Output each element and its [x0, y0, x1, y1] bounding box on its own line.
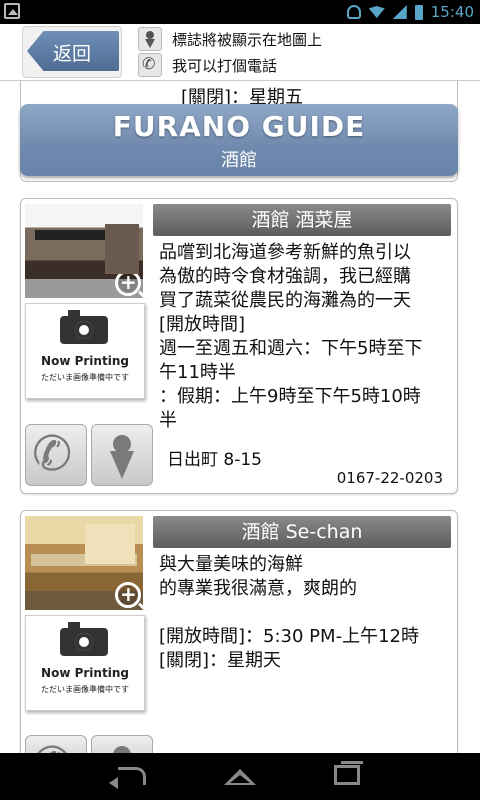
status-time: 15:40 — [430, 3, 474, 21]
description-line: 週一至週五和週六：下午5時至下 — [159, 338, 423, 359]
description-line: [開放時間]：5:30 PM-上午12時 — [159, 626, 419, 647]
listing-card: Now Printing ただいま画像準備中です ✆ 酒館 Se-chan 與大… — [20, 510, 458, 753]
system-nav-bar — [0, 753, 480, 800]
description-line: ：假期：上午9時至下午5時10時 — [159, 386, 421, 407]
category-banner: FURANO GUIDE 酒館 — [20, 104, 458, 176]
back-button-label: 返回 — [53, 43, 92, 65]
call-button[interactable]: ✆ — [25, 735, 87, 753]
placeholder-subtitle: ただいま画像準備中です — [41, 685, 129, 694]
nav-back-icon[interactable] — [109, 767, 146, 789]
description-line: [開放時間] — [159, 314, 246, 335]
camera-icon — [60, 622, 108, 656]
camera-icon — [60, 310, 108, 344]
listing-address: 日出町 8-15 — [167, 450, 262, 470]
nav-home-icon[interactable] — [224, 769, 256, 785]
zoom-in-icon[interactable] — [115, 270, 141, 296]
description-line: 買了蔬菜從農民的海灘為的一天 — [159, 290, 411, 311]
banner-title: FURANO GUIDE — [112, 110, 366, 143]
map-pin-icon — [113, 746, 131, 753]
banner-subtitle: 酒館 — [221, 150, 257, 171]
description-line: 與大量美味的海鮮 — [159, 554, 303, 575]
listing-scroll-area[interactable]: 半 [關閉]：星期五 FURANO GUIDE 酒館 Now Printing … — [0, 80, 480, 753]
listing-card: Now Printing ただいま画像準備中です ✆ 酒館 酒菜屋 品嚐到北海道… — [20, 198, 458, 494]
phone-icon: ✆ — [32, 740, 72, 753]
listing-title: 酒館 Se-chan — [153, 516, 451, 548]
placeholder-subtitle: ただいま画像準備中です — [41, 373, 129, 382]
listing-description: 品嚐到北海道參考新鮮的魚引以 為傲的時令食材強調，我已經購 買了蔬菜從農民的海灘… — [159, 241, 455, 433]
battery-icon — [414, 4, 423, 20]
listing-phone: 0167-22-0203 — [336, 469, 443, 487]
legend-row-map: 標誌將被顯示在地圖上 — [138, 26, 322, 52]
legend-map-text: 標誌將被顯示在地圖上 — [172, 30, 323, 49]
phone-icon — [138, 53, 162, 77]
description-line — [159, 601, 455, 625]
listing-title: 酒館 酒菜屋 — [153, 204, 451, 236]
mute-icon — [346, 5, 361, 19]
placeholder-title: Now Printing — [41, 354, 129, 368]
legend-row-phone: 我可以打個電話 — [138, 52, 322, 78]
description-line: [關閉]：星期天 — [159, 650, 282, 671]
map-button[interactable] — [91, 735, 153, 753]
legend-phone-text: 我可以打個電話 — [172, 56, 278, 75]
app-header: 返回 標誌將被顯示在地圖上 我可以打個電話 — [0, 24, 480, 81]
listing-photo[interactable] — [25, 204, 143, 298]
description-line: 午11時半 — [159, 362, 236, 383]
signal-icon — [392, 5, 407, 19]
listing-photo[interactable] — [25, 516, 143, 610]
zoom-in-icon[interactable] — [115, 582, 141, 608]
wifi-icon — [368, 6, 385, 18]
description-line: 為傲的時令食材強調，我已經購 — [159, 266, 411, 287]
description-line: 品嚐到北海道參考新鮮的魚引以 — [159, 242, 411, 263]
image-placeholder: Now Printing ただいま画像準備中です — [25, 303, 145, 399]
status-bar: 15:40 — [0, 0, 480, 24]
back-button[interactable]: 返回 — [22, 26, 122, 78]
nav-recent-apps-icon[interactable] — [334, 761, 363, 785]
image-placeholder: Now Printing ただいま画像準備中です — [25, 615, 145, 711]
status-icons: 15:40 — [346, 2, 474, 22]
placeholder-title: Now Printing — [41, 666, 129, 680]
call-button[interactable]: ✆ — [25, 424, 87, 486]
description-line: 半 — [159, 410, 177, 431]
map-button[interactable] — [91, 424, 153, 486]
gallery-notification-icon — [4, 3, 20, 19]
icon-legend: 標誌將被顯示在地圖上 我可以打個電話 — [138, 26, 322, 78]
phone-icon: ✆ — [32, 426, 73, 482]
listing-description: 與大量美味的海鮮 的專業我很滿意，爽朗的 [開放時間]：5:30 PM-上午12… — [159, 553, 455, 673]
description-line: 的專業我很滿意，爽朗的 — [159, 578, 357, 599]
map-pin-icon — [138, 27, 162, 51]
